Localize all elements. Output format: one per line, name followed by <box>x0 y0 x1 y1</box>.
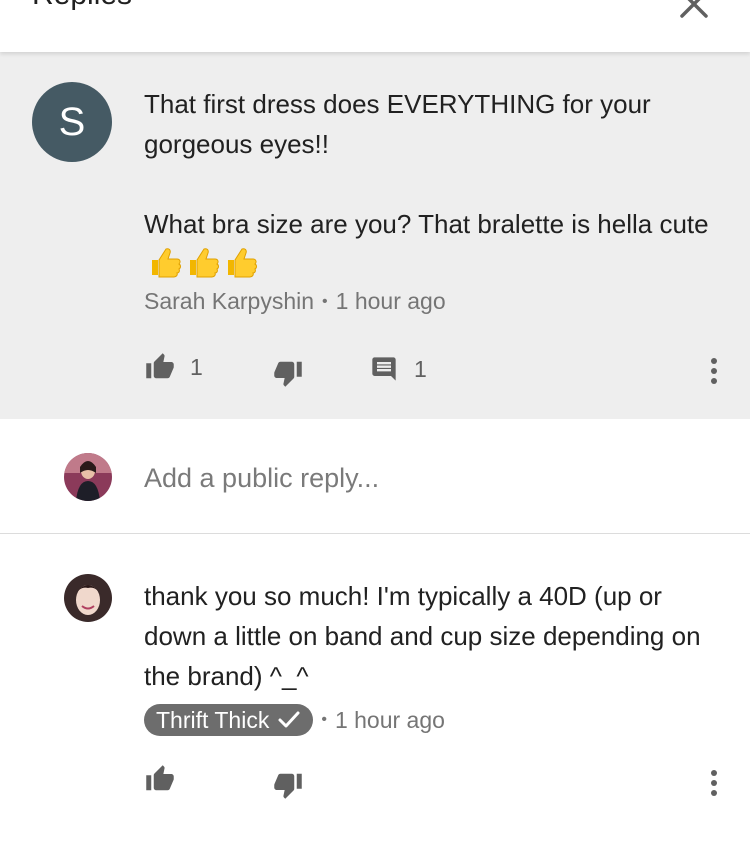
reply-button[interactable]: 1 <box>370 354 427 384</box>
timestamp: 1 hour ago <box>335 288 446 314</box>
checkmark-icon <box>278 711 300 728</box>
more-options-icon[interactable] <box>709 356 719 386</box>
parent-comment: S That first dress does EVERYTHING for y… <box>0 52 750 419</box>
like-button[interactable] <box>144 764 176 794</box>
author-name[interactable]: Sarah Karpyshin <box>144 288 314 315</box>
thumb-up-icon <box>146 353 174 379</box>
reply-text: thank you so much! I'm typically a 40D (… <box>144 581 701 691</box>
meta-separator: • <box>321 711 327 728</box>
thumbs-up-emoji-group <box>144 248 258 279</box>
avatar-letter: S <box>58 99 86 144</box>
current-user-avatar <box>64 453 112 501</box>
timestamp: 1 hour ago <box>334 706 445 733</box>
comment-text-paragraph-2: What bra size are you? That bralette is … <box>144 204 714 284</box>
thumb-up-icon <box>146 765 174 791</box>
author-badge[interactable]: Thrift Thick <box>144 704 314 736</box>
meta-separator: • <box>322 292 328 310</box>
replies-header: Replies <box>0 0 750 52</box>
thumbs-up-emoji <box>228 248 257 278</box>
reply-input[interactable]: Add a public reply... <box>144 463 379 494</box>
like-count: 1 <box>190 353 203 380</box>
thumb-down-icon <box>274 773 302 799</box>
reply-count: 1 <box>414 355 427 382</box>
thumbs-up-emoji <box>190 248 219 278</box>
comment-meta: Sarah Karpyshin • 1 hour ago <box>144 288 446 315</box>
thumbs-up-emoji <box>152 248 181 278</box>
comment-text-paragraph-1: That first dress does EVERYTHING for you… <box>144 89 651 159</box>
reply-meta: Thrift Thick • 1 hour ago <box>144 704 445 736</box>
dislike-button[interactable] <box>272 358 304 388</box>
more-options-icon[interactable] <box>709 768 719 798</box>
close-icon[interactable] <box>676 0 712 22</box>
avatar[interactable]: S <box>32 82 112 162</box>
dislike-button[interactable] <box>272 770 304 800</box>
like-button[interactable]: 1 <box>144 352 203 382</box>
thumb-down-icon <box>274 361 302 387</box>
add-reply-row: Add a public reply... <box>0 419 750 534</box>
reply-comment: thank you so much! I'm typically a 40D (… <box>0 534 750 844</box>
comment-text-line: What bra size are you? That bralette is … <box>144 209 709 239</box>
comment-icon <box>372 357 396 381</box>
header-title: Replies <box>32 0 132 12</box>
reply-author-avatar[interactable] <box>64 574 112 622</box>
author-name: Thrift Thick <box>156 706 270 733</box>
